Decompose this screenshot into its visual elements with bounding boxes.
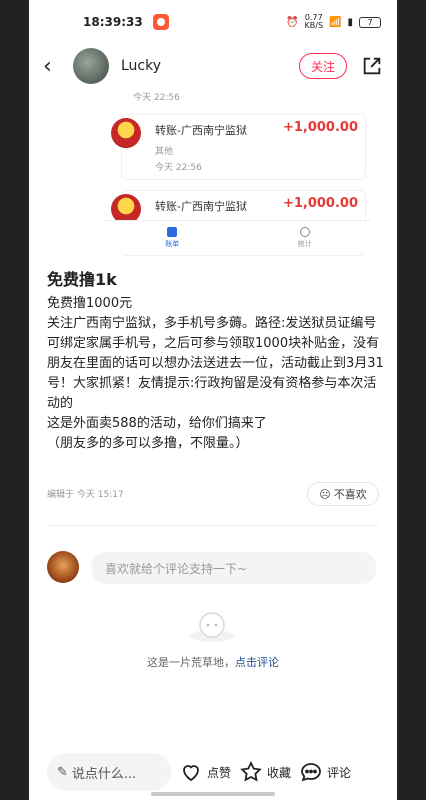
- comment-placeholder: 喜欢就给个评论支持一下~: [105, 561, 248, 576]
- empty-comment-icon: [190, 612, 234, 642]
- follow-button[interactable]: 关注: [299, 53, 347, 79]
- signal-icon: ▮: [347, 16, 353, 28]
- battery-icon: 7: [359, 16, 381, 28]
- status-icons: ⏰ 0.77 KB/S 📶 ▮ 7: [286, 14, 381, 30]
- transaction-time: 今天 22:56: [155, 163, 202, 173]
- divider: [47, 525, 379, 526]
- alarm-icon: ⏰: [286, 16, 299, 28]
- emblem-icon: [111, 118, 141, 148]
- edited-time: 编辑于 今天 15:17: [47, 490, 124, 500]
- my-avatar: [47, 551, 79, 583]
- clock-icon: [299, 226, 310, 237]
- post-title: 免费撸1k: [47, 270, 117, 289]
- tab-stats: 统计: [239, 221, 372, 254]
- phone-screen: 18:39:33 ⏰ 0.77 KB/S 📶 ▮ 7 ‹ Lucky 关注 今天…: [29, 0, 397, 800]
- share-icon[interactable]: [361, 55, 383, 77]
- post-line: 关注广西南宁监狱，多手机号多薅。路径:发送狱员证编号可绑定家属手机号，之后可参与…: [47, 316, 384, 411]
- comment-button[interactable]: 评论: [299, 760, 351, 784]
- status-bar: 18:39:33 ⏰ 0.77 KB/S 📶 ▮ 7: [29, 0, 397, 44]
- bill-icon: [167, 226, 178, 237]
- transaction-subtitle: 其他: [155, 147, 174, 157]
- frown-icon: ☹: [319, 487, 331, 501]
- post-line: 免费撸1000元: [47, 296, 133, 311]
- author-name[interactable]: Lucky: [121, 58, 161, 74]
- dislike-button[interactable]: ☹ 不喜欢: [307, 482, 379, 506]
- dislike-label: 不喜欢: [333, 488, 367, 501]
- tab-label: 统计: [297, 239, 312, 248]
- transaction-title: 转账-广西南宁监狱: [155, 124, 247, 137]
- collect-button[interactable]: 收藏: [239, 760, 291, 784]
- status-time: 18:39:33: [83, 15, 143, 29]
- post-body: 免费撸1000元 关注广西南宁监狱，多手机号多薅。路径:发送狱员证编号可绑定家属…: [47, 294, 387, 454]
- star-icon: [240, 760, 262, 782]
- transaction-row: 转账-广西南宁监狱 其他 今天 22:56 +1,000.00: [51, 112, 376, 184]
- like-label: 点赞: [207, 765, 232, 780]
- post-line: （朋友多的多可以多撸，不限量。）: [47, 436, 249, 451]
- empty-comments: 这是一片荒草地，点击评论: [29, 654, 397, 670]
- transaction-time: 今天 22:56: [133, 93, 180, 103]
- post-header: ‹ Lucky 关注: [29, 44, 397, 88]
- chevron-left-icon[interactable]: ‹: [43, 54, 65, 79]
- app-notification-icon: [152, 14, 169, 30]
- tab-bills: 账单: [106, 221, 239, 254]
- author-avatar[interactable]: [73, 48, 109, 84]
- battery-level: 7: [367, 17, 373, 27]
- transaction-title: 转账-广西南宁监狱: [155, 200, 247, 213]
- post-image[interactable]: 今天 22:56 转账-广西南宁监狱 其他 今天 22:56 +1,000.00…: [51, 88, 376, 256]
- transaction-amount: +1,000.00: [282, 196, 358, 211]
- collect-label: 收藏: [267, 765, 292, 780]
- transaction-amount: +1,000.00: [282, 120, 358, 135]
- pencil-icon: ✎: [57, 764, 68, 780]
- network-speed: 0.77 KB/S: [304, 13, 324, 30]
- wifi-icon: 📶: [329, 16, 342, 28]
- tab-label: 账单: [165, 239, 180, 248]
- say-something-input[interactable]: ✎ 说点什么...: [47, 753, 171, 791]
- heart-icon: [183, 765, 199, 782]
- comment-label: 评论: [327, 765, 352, 780]
- bottom-bar: ✎ 说点什么... 点赞 收藏 评论: [29, 748, 397, 796]
- like-button[interactable]: 点赞: [179, 760, 231, 784]
- embedded-tab-bar: 账单 统计: [106, 220, 371, 254]
- input-placeholder: 说点什么...: [71, 766, 137, 782]
- empty-text: 这是一片荒草地，: [147, 656, 235, 669]
- home-indicator: [151, 792, 275, 796]
- comment-input[interactable]: 喜欢就给个评论支持一下~: [91, 552, 377, 584]
- comment-bubble-icon: [301, 763, 321, 782]
- post-line: 这是外面卖588的活动，给你们搞来了: [47, 416, 267, 431]
- click-to-comment-link[interactable]: 点击评论: [235, 656, 279, 669]
